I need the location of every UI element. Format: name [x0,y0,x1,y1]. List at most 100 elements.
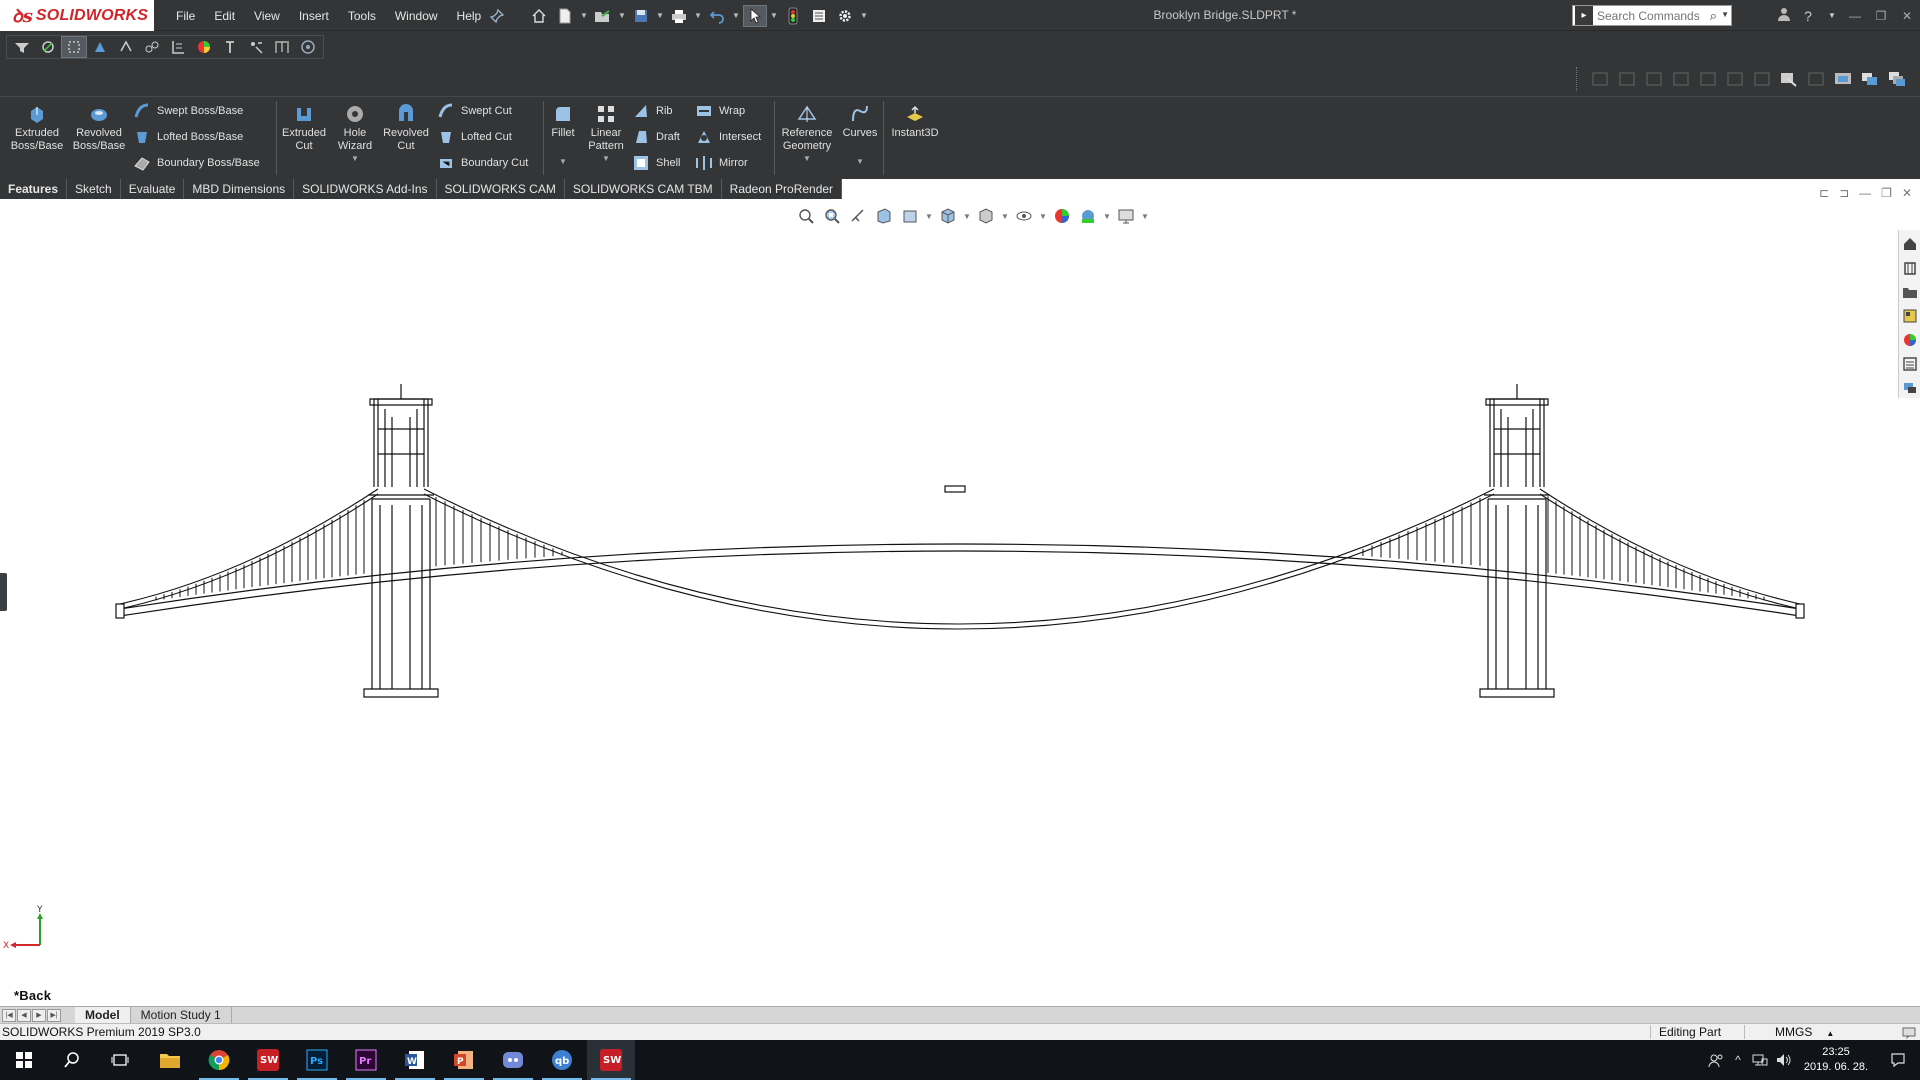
premiere-taskbar-button[interactable]: Pr [342,1040,390,1080]
powerpoint-taskbar-button[interactable]: P [440,1040,488,1080]
feature-manager-flyout-handle[interactable] [0,573,7,611]
new-dropdown-icon[interactable]: ▼ [579,5,589,27]
swept-cut-button[interactable]: Swept Cut [437,101,512,121]
restore-icon[interactable]: ❐ [1868,9,1894,23]
people-icon[interactable] [1704,1040,1728,1080]
curves-button[interactable]: Curves ▼ [840,103,880,166]
wrap-button[interactable]: Wrap [695,101,745,121]
view-orientation-dropdown-icon[interactable]: ▼ [963,212,971,221]
boundary-cut-button[interactable]: Boundary Cut [437,153,528,173]
chrome-taskbar-button[interactable] [195,1040,243,1080]
tab-radeon-prorender[interactable]: Radeon ProRender [722,179,843,199]
prev-tab-icon[interactable]: ◀ [17,1008,31,1022]
display-style-icon[interactable] [975,205,997,227]
viewport-split-icon[interactable] [1802,68,1829,90]
intersect-button[interactable]: Intersect [695,127,761,147]
instant3d-button[interactable]: Instant3D [887,103,943,140]
view-settings-dropdown-icon[interactable]: ▼ [1141,212,1149,221]
help-icon[interactable]: ? [1800,8,1816,24]
print-dropdown-icon[interactable]: ▼ [693,5,703,27]
view-orientation-icon[interactable] [937,205,959,227]
boundary-boss-button[interactable]: Boundary Boss/Base [133,153,260,173]
unit-system-selector[interactable]: MMGS ▲ [1744,1025,1894,1039]
task-view-button[interactable] [96,1040,144,1080]
file-explorer-taskbar-button[interactable] [146,1040,194,1080]
menu-insert[interactable]: Insert [299,9,329,23]
filter-dimension-icon[interactable] [243,36,269,58]
tab-solidworks-add-ins[interactable]: SOLIDWORKS Add-Ins [294,179,437,199]
taskbar-search-button[interactable] [48,1040,96,1080]
photoshop-taskbar-button[interactable]: Ps [293,1040,341,1080]
layout-1-icon[interactable] [1586,68,1613,90]
shell-button[interactable]: Shell [632,153,680,173]
save-icon[interactable] [629,5,653,27]
linear-pattern-button[interactable]: Linear Pattern ▼ [582,103,630,163]
solidworks-2019-taskbar-button-a[interactable]: SW [244,1040,292,1080]
hide-show-items-icon[interactable] [1013,205,1035,227]
extruded-boss-button[interactable]: Extruded Boss/Base [8,103,66,153]
layout-6-icon[interactable] [1721,68,1748,90]
next-tab-icon[interactable]: ▶ [32,1008,46,1022]
linear-pattern-dropdown-icon[interactable]: ▼ [602,155,610,163]
search-dropdown-icon[interactable]: ▼ [1721,10,1729,19]
solidworks-2019-taskbar-button-b[interactable]: SW [587,1040,635,1080]
menu-tools[interactable]: Tools [348,9,376,23]
start-button[interactable] [0,1040,48,1080]
hole-wizard-button[interactable]: Hole Wizard ▼ [331,103,379,163]
last-tab-icon[interactable]: ▶| [47,1008,61,1022]
filter-edges-icon[interactable] [87,36,113,58]
home-icon[interactable] [527,5,551,27]
tab-model[interactable]: Model [75,1007,131,1023]
save-dropdown-icon[interactable]: ▼ [655,5,665,27]
solidworks-resources-icon[interactable] [1901,234,1919,254]
reference-geometry-dropdown-icon[interactable]: ▼ [803,155,811,163]
section-view-icon[interactable] [873,205,895,227]
system-clock[interactable]: 23:25 2019. 06. 28. [1796,1045,1876,1075]
filter-text-icon[interactable] [269,36,295,58]
menu-help[interactable]: Help [457,9,482,23]
solidworks-logo[interactable]: ꝺs SOLIDWORKS [0,0,154,31]
search-input[interactable] [1597,8,1707,23]
filter-weld-icon[interactable] [295,36,321,58]
layout-4-icon[interactable] [1667,68,1694,90]
collapse-right-icon[interactable]: ⊐ [1839,186,1849,200]
zoom-to-area-icon[interactable] [821,205,843,227]
reference-geometry-button[interactable]: Reference Geometry ▼ [778,103,836,163]
hole-wizard-dropdown-icon[interactable]: ▼ [351,155,359,163]
user-icon[interactable] [1776,7,1792,24]
extruded-cut-button[interactable]: Extruded Cut [279,103,329,153]
tab-mbd-dimensions[interactable]: MBD Dimensions [184,179,295,199]
minimize-icon[interactable]: — [1842,9,1868,23]
close-icon[interactable]: ✕ [1894,9,1920,23]
tray-overflow-icon[interactable]: ^ [1728,1040,1748,1080]
quick-tips-icon[interactable] [1902,1025,1916,1039]
action-center-icon[interactable] [1876,1040,1920,1080]
apply-scene-dropdown-icon[interactable]: ▼ [1103,212,1111,221]
fillet-dropdown-icon[interactable]: ▼ [559,158,567,166]
tile-vertical-icon[interactable] [1856,68,1883,90]
layout-3-icon[interactable] [1640,68,1667,90]
previous-view-icon[interactable] [847,205,869,227]
display-style-dropdown-icon[interactable]: ▼ [1001,212,1009,221]
tab-sketch[interactable]: Sketch [67,179,121,199]
file-explorer-icon[interactable] [1901,282,1919,302]
open-folder-icon[interactable] [591,5,615,27]
revolved-cut-button[interactable]: Revolved Cut [381,103,431,153]
swept-boss-button[interactable]: Swept Boss/Base [133,101,243,121]
search-commands[interactable]: ▸ ⌕ ▼ [1572,5,1732,26]
tab-solidworks-cam[interactable]: SOLIDWORKS CAM [437,179,565,199]
mirror-button[interactable]: Mirror [695,153,748,173]
undo-icon[interactable] [705,5,729,27]
filter-toggle-icon[interactable] [9,36,35,58]
undo-dropdown-icon[interactable]: ▼ [731,5,741,27]
lofted-boss-button[interactable]: Lofted Boss/Base [133,127,243,147]
viewport-restore-icon[interactable]: ❐ [1881,186,1892,200]
draft-button[interactable]: Draft [632,127,680,147]
menu-window[interactable]: Window [395,9,438,23]
viewport-minimize-icon[interactable]: — [1859,186,1871,200]
tab-evaluate[interactable]: Evaluate [121,179,185,199]
filter-appearance-icon[interactable] [191,36,217,58]
help-dropdown-icon[interactable]: ▼ [1824,11,1840,20]
options-gear-icon[interactable] [833,5,857,27]
filter-vertices-icon[interactable] [61,36,87,58]
